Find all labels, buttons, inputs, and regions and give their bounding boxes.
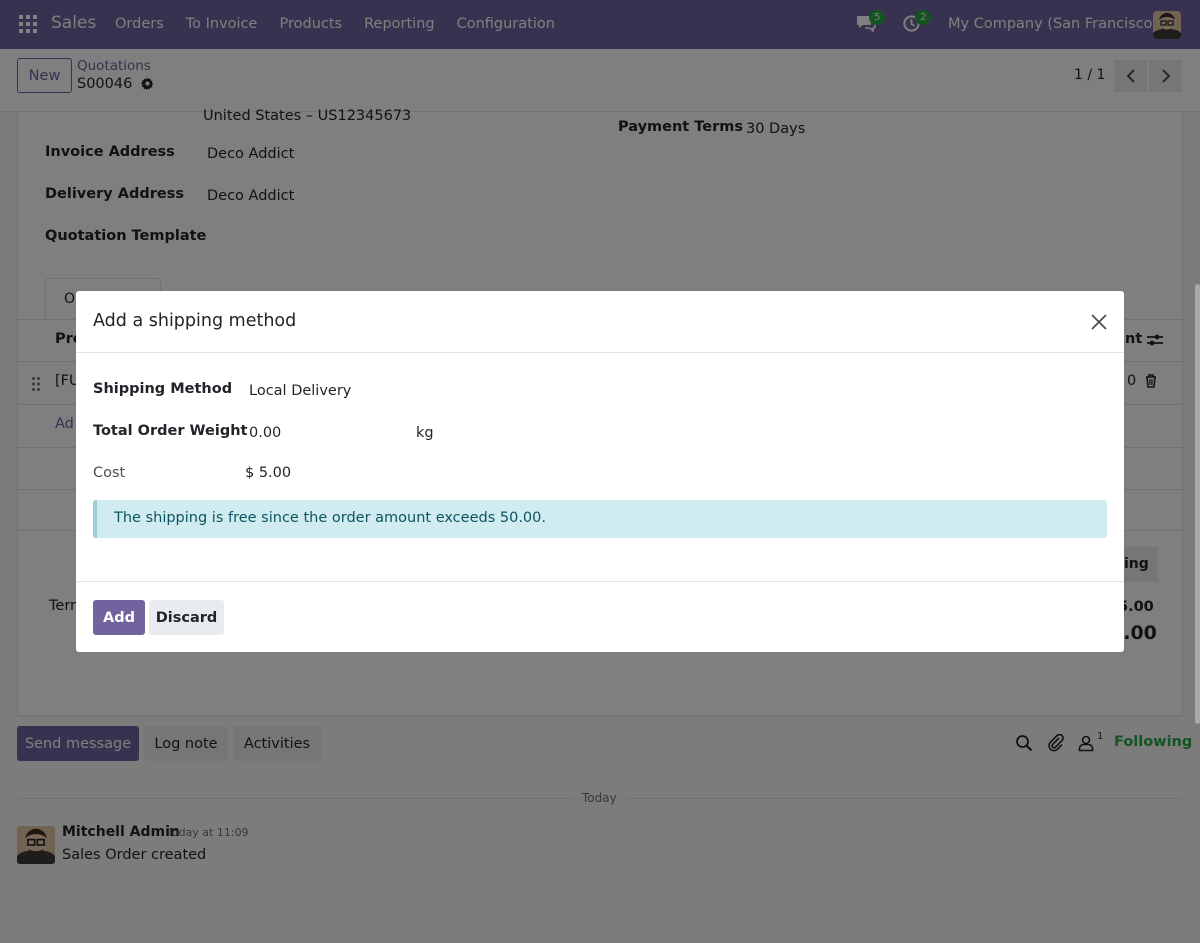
total-order-weight-label: Total Order Weight bbox=[93, 423, 248, 439]
cost-label: Cost bbox=[93, 465, 126, 481]
total-order-weight-field[interactable]: 0.00 bbox=[249, 425, 281, 441]
cost-value: $ 5.00 bbox=[245, 465, 292, 481]
shipping-method-field[interactable]: Local Delivery bbox=[249, 383, 351, 399]
free-shipping-alert-text: The shipping is free since the order amo… bbox=[114, 510, 546, 526]
dialog-title: Add a shipping method bbox=[93, 311, 297, 331]
weight-unit: kg bbox=[416, 425, 434, 441]
page-scrollbar[interactable] bbox=[1195, 284, 1200, 724]
shipping-method-label: Shipping Method bbox=[93, 381, 233, 397]
dialog-header-divider bbox=[76, 352, 1124, 353]
dialog-footer-divider bbox=[76, 581, 1124, 582]
dialog-close-button[interactable] bbox=[1088, 312, 1110, 334]
free-shipping-alert: The shipping is free since the order amo… bbox=[93, 500, 1107, 538]
discard-button[interactable]: Discard bbox=[149, 600, 224, 635]
add-button[interactable]: Add bbox=[93, 600, 145, 635]
close-icon bbox=[1091, 314, 1107, 330]
shipping-method-dialog: Add a shipping method Shipping Method Lo… bbox=[76, 291, 1124, 652]
